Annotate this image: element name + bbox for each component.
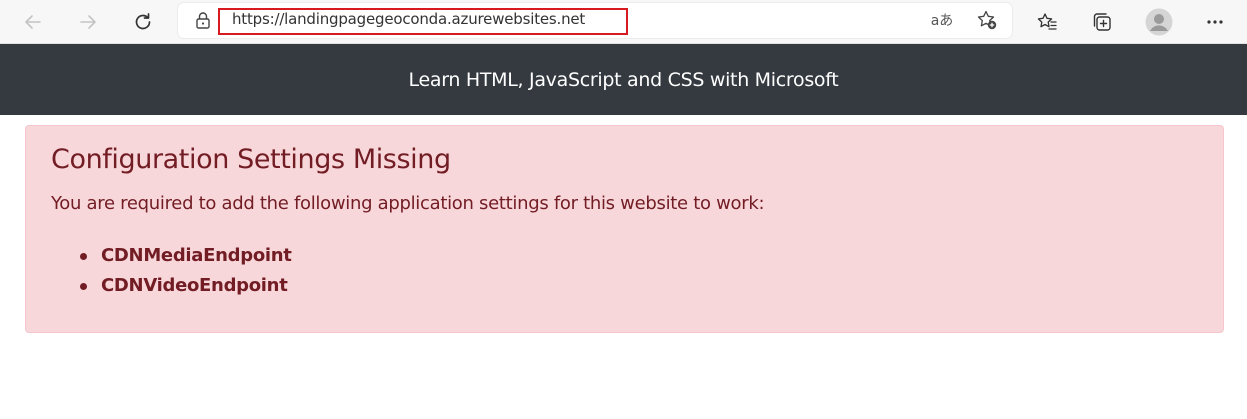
lock-icon[interactable] bbox=[195, 11, 211, 35]
site-header: Learn HTML, JavaScript and CSS with Micr… bbox=[0, 44, 1247, 115]
collections-icon bbox=[1091, 11, 1113, 33]
refresh-icon bbox=[132, 11, 154, 33]
back-arrow-icon bbox=[23, 12, 43, 32]
favorites-button[interactable] bbox=[1031, 6, 1063, 38]
refresh-button[interactable] bbox=[127, 6, 159, 38]
list-item: CDNMediaEndpoint bbox=[76, 241, 292, 271]
collections-button[interactable] bbox=[1086, 6, 1118, 38]
profile-avatar-icon bbox=[1145, 8, 1173, 36]
browser-toolbar: https://landingpagegeoconda.azurewebsite… bbox=[0, 0, 1247, 44]
forward-arrow-icon bbox=[78, 12, 98, 32]
more-menu-icon bbox=[1205, 12, 1225, 32]
alert-heading: Configuration Settings Missing bbox=[51, 144, 451, 175]
more-menu-button[interactable] bbox=[1199, 6, 1231, 38]
profile-button[interactable] bbox=[1143, 6, 1175, 38]
read-aloud-icon[interactable]: aあ bbox=[930, 8, 954, 32]
config-missing-alert: Configuration Settings Missing You are r… bbox=[25, 125, 1224, 333]
address-bar[interactable]: https://landingpagegeoconda.azurewebsite… bbox=[178, 3, 1012, 38]
url-text[interactable]: https://landingpagegeoconda.azurewebsite… bbox=[232, 10, 585, 28]
missing-settings-list: CDNMediaEndpoint CDNVideoEndpoint bbox=[76, 241, 292, 301]
forward-button[interactable] bbox=[72, 6, 104, 38]
site-title: Learn HTML, JavaScript and CSS with Micr… bbox=[408, 68, 839, 91]
add-favorite-icon[interactable] bbox=[975, 8, 999, 32]
favorites-icon bbox=[1036, 11, 1058, 33]
list-item: CDNVideoEndpoint bbox=[76, 271, 292, 301]
back-button[interactable] bbox=[17, 6, 49, 38]
alert-message: You are required to add the following ap… bbox=[51, 193, 765, 214]
